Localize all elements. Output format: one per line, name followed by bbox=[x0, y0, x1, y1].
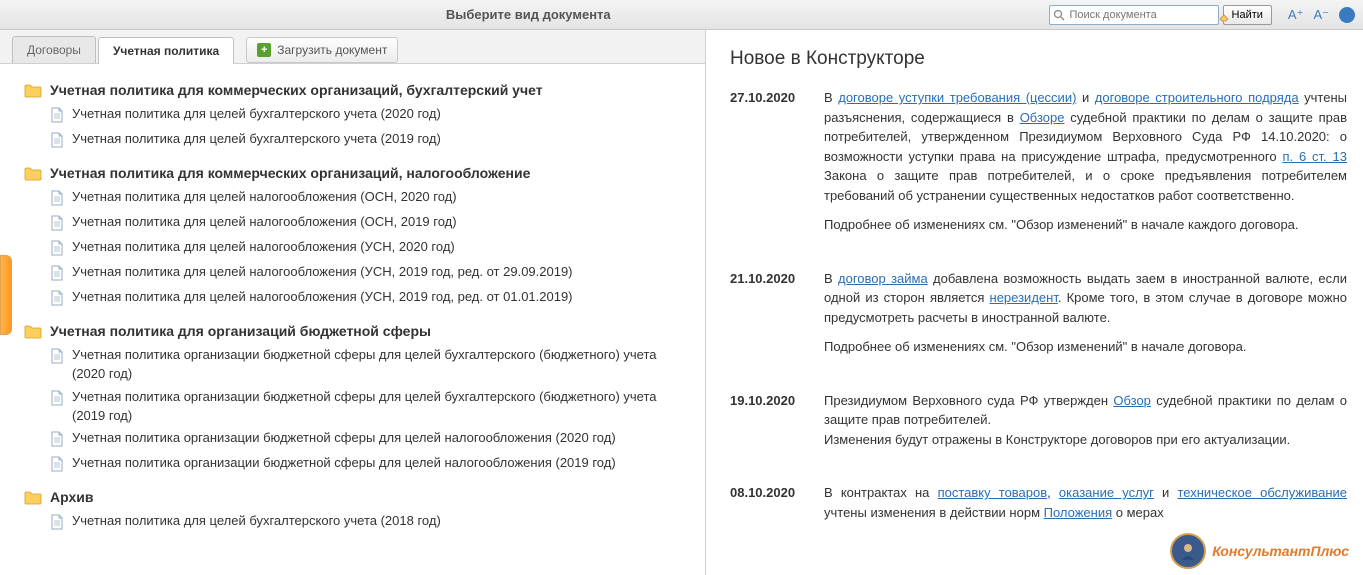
document-icon bbox=[50, 190, 64, 209]
tree-document[interactable]: Учетная политика организации бюджетной с… bbox=[50, 346, 693, 384]
folder-label: Учетная политика для организаций бюджетн… bbox=[50, 323, 431, 339]
news-footer: Подробнее об изменениях см. "Обзор измен… bbox=[824, 337, 1347, 357]
tree-document[interactable]: Учетная политика организации бюджетной с… bbox=[50, 454, 693, 475]
page-title: Выберите вид документа bbox=[8, 7, 1049, 22]
tree-folder[interactable]: Учетная политика для коммерческих органи… bbox=[24, 82, 693, 101]
document-icon bbox=[50, 290, 64, 309]
tabs-bar: Договоры Учетная политика + Загрузить до… bbox=[0, 30, 705, 64]
news-text: В договоре уступки требования (цессии) и… bbox=[824, 88, 1347, 205]
brand-text: КонсультантПлюс bbox=[1212, 543, 1349, 559]
news-list: 27.10.2020В договоре уступки требования … bbox=[730, 88, 1347, 532]
left-panel: Договоры Учетная политика + Загрузить до… bbox=[0, 30, 706, 575]
document-label: Учетная политика для целей налогообложен… bbox=[72, 238, 455, 257]
help-icon[interactable]: ? bbox=[1339, 7, 1355, 23]
document-icon bbox=[50, 240, 64, 259]
news-title: Новое в Конструкторе bbox=[730, 48, 1347, 70]
brand-icon bbox=[1170, 533, 1206, 569]
document-label: Учетная политика организации бюджетной с… bbox=[72, 454, 616, 473]
tree-folder[interactable]: Архив bbox=[24, 489, 693, 508]
font-decrease-icon[interactable]: A⁻ bbox=[1313, 7, 1329, 23]
document-tree: Учетная политика для коммерческих органи… bbox=[0, 64, 705, 553]
tree-folder[interactable]: Учетная политика для организаций бюджетн… bbox=[24, 323, 693, 342]
tree-document[interactable]: Учетная политика для целей бухгалтерског… bbox=[50, 105, 693, 126]
news-body: В договор займа добавлена возможность вы… bbox=[824, 269, 1347, 367]
news-item: 21.10.2020 В договор займа добавлена возм… bbox=[730, 269, 1347, 367]
document-icon bbox=[50, 215, 64, 234]
search-icon bbox=[1053, 9, 1065, 21]
document-label: Учетная политика для целей налогообложен… bbox=[72, 188, 457, 207]
document-label: Учетная политика для целей налогообложен… bbox=[72, 263, 573, 282]
upload-document-button[interactable]: + Загрузить документ bbox=[246, 37, 398, 63]
font-increase-icon[interactable]: A⁺ bbox=[1288, 7, 1304, 23]
news-date: 19.10.2020 bbox=[730, 391, 806, 460]
document-label: Учетная политика для целей налогообложен… bbox=[72, 213, 457, 232]
document-icon bbox=[50, 390, 64, 409]
news-footer: Подробнее об изменениях см. "Обзор измен… bbox=[824, 215, 1347, 235]
news-date: 21.10.2020 bbox=[730, 269, 806, 367]
document-icon bbox=[50, 456, 64, 475]
news-body: Президиумом Верховного суда РФ утвержден… bbox=[824, 391, 1347, 460]
tree-document[interactable]: Учетная политика для целей налогообложен… bbox=[50, 288, 693, 309]
document-label: Учетная политика для целей бухгалтерског… bbox=[72, 105, 441, 124]
folder-icon bbox=[24, 166, 42, 184]
folder-icon bbox=[24, 490, 42, 508]
tree-folder[interactable]: Учетная политика для коммерческих органи… bbox=[24, 165, 693, 184]
folder-icon bbox=[24, 83, 42, 101]
document-icon bbox=[50, 348, 64, 367]
tree-document[interactable]: Учетная политика для целей налогообложен… bbox=[50, 188, 693, 209]
tree-document[interactable]: Учетная политика для целей налогообложен… bbox=[50, 263, 693, 284]
news-item: 08.10.2020 В контрактах на поставку товар… bbox=[730, 483, 1347, 532]
top-icons: A⁺ A⁻ ? bbox=[1288, 7, 1355, 23]
tree-document[interactable]: Учетная политика для целей бухгалтерског… bbox=[50, 512, 693, 533]
folder-label: Учетная политика для коммерческих органи… bbox=[50, 165, 530, 181]
document-icon bbox=[50, 132, 64, 151]
right-panel: Новое в Конструкторе 27.10.2020В договор… bbox=[706, 30, 1363, 575]
document-label: Учетная политика для целей налогообложен… bbox=[72, 288, 573, 307]
document-label: Учетная политика для целей бухгалтерског… bbox=[72, 130, 441, 149]
folder-label: Учетная политика для коммерческих органи… bbox=[50, 82, 543, 98]
news-body: В контрактах на поставку товаров, оказан… bbox=[824, 483, 1347, 532]
top-toolbar: Выберите вид документа Найти A⁺ A⁻ ? bbox=[0, 0, 1363, 30]
news-item: 19.10.2020 Президиумом Верховного суда РФ… bbox=[730, 391, 1347, 460]
document-icon bbox=[50, 265, 64, 284]
document-icon bbox=[50, 107, 64, 126]
upload-label: Загрузить документ bbox=[277, 43, 387, 57]
find-button[interactable]: Найти bbox=[1223, 5, 1272, 25]
folder-label: Архив bbox=[50, 489, 93, 505]
search-area: Найти A⁺ A⁻ ? bbox=[1049, 5, 1355, 25]
document-icon bbox=[50, 514, 64, 533]
news-text: В контрактах на поставку товаров, оказан… bbox=[824, 483, 1347, 522]
news-date: 27.10.2020 bbox=[730, 88, 806, 245]
news-text: Президиумом Верховного суда РФ утвержден… bbox=[824, 391, 1347, 450]
tree-document[interactable]: Учетная политика для целей бухгалтерског… bbox=[50, 130, 693, 151]
folder-icon bbox=[24, 324, 42, 342]
tree-document[interactable]: Учетная политика организации бюджетной с… bbox=[50, 388, 693, 426]
news-date: 08.10.2020 bbox=[730, 483, 806, 532]
search-box[interactable] bbox=[1049, 5, 1219, 25]
tab-accounting-policy[interactable]: Учетная политика bbox=[98, 37, 234, 64]
document-label: Учетная политика организации бюджетной с… bbox=[72, 346, 693, 384]
document-label: Учетная политика организации бюджетной с… bbox=[72, 429, 616, 448]
tree-document[interactable]: Учетная политика для целей налогообложен… bbox=[50, 238, 693, 259]
document-label: Учетная политика для целей бухгалтерског… bbox=[72, 512, 441, 531]
tree-document[interactable]: Учетная политика организации бюджетной с… bbox=[50, 429, 693, 450]
document-icon bbox=[50, 431, 64, 450]
document-label: Учетная политика организации бюджетной с… bbox=[72, 388, 693, 426]
plus-icon: + bbox=[257, 43, 271, 57]
news-body: В договоре уступки требования (цессии) и… bbox=[824, 88, 1347, 245]
tab-contracts[interactable]: Договоры bbox=[12, 36, 96, 63]
side-handle[interactable] bbox=[0, 255, 12, 335]
news-item: 27.10.2020В договоре уступки требования … bbox=[730, 88, 1347, 245]
news-text: В договор займа добавлена возможность вы… bbox=[824, 269, 1347, 328]
search-input[interactable] bbox=[1068, 8, 1198, 22]
tree-document[interactable]: Учетная политика для целей налогообложен… bbox=[50, 213, 693, 234]
brand-logo: КонсультантПлюс bbox=[1170, 533, 1349, 569]
